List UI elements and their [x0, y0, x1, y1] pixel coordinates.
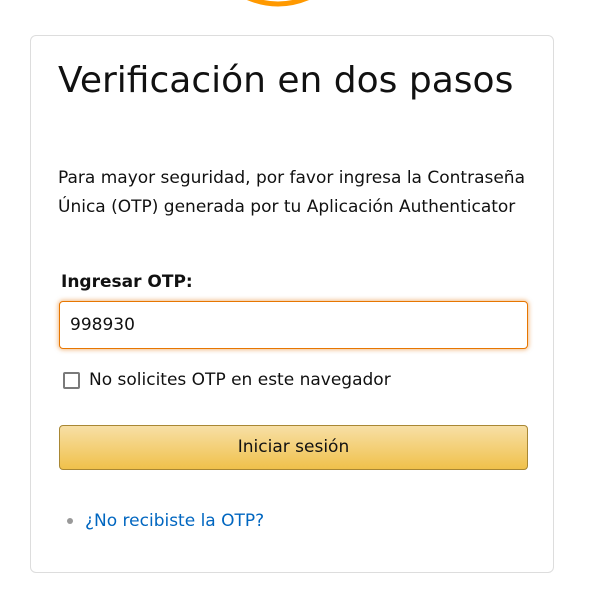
resend-otp-link[interactable]: ¿No recibiste la OTP? [85, 511, 264, 531]
remember-device-row[interactable]: No solicites OTP en este navegador [63, 370, 391, 390]
resend-otp-row: ¿No recibiste la OTP? [67, 511, 264, 531]
otp-label: Ingresar OTP: [61, 272, 193, 292]
description-text: Para mayor seguridad, por favor ingresa … [58, 168, 526, 217]
remember-device-label[interactable]: No solicites OTP en este navegador [89, 370, 391, 390]
remember-device-checkbox[interactable] [63, 371, 80, 389]
bullet-icon [67, 518, 73, 524]
page-title: Verificación en dos pasos [58, 60, 514, 101]
two-step-verification-card: Verificación en dos pasos Para mayor seg… [30, 35, 554, 573]
sign-in-button[interactable]: Iniciar sesión [59, 425, 528, 470]
otp-input[interactable] [59, 301, 528, 349]
amazon-logo-arc-icon [238, 0, 318, 8]
